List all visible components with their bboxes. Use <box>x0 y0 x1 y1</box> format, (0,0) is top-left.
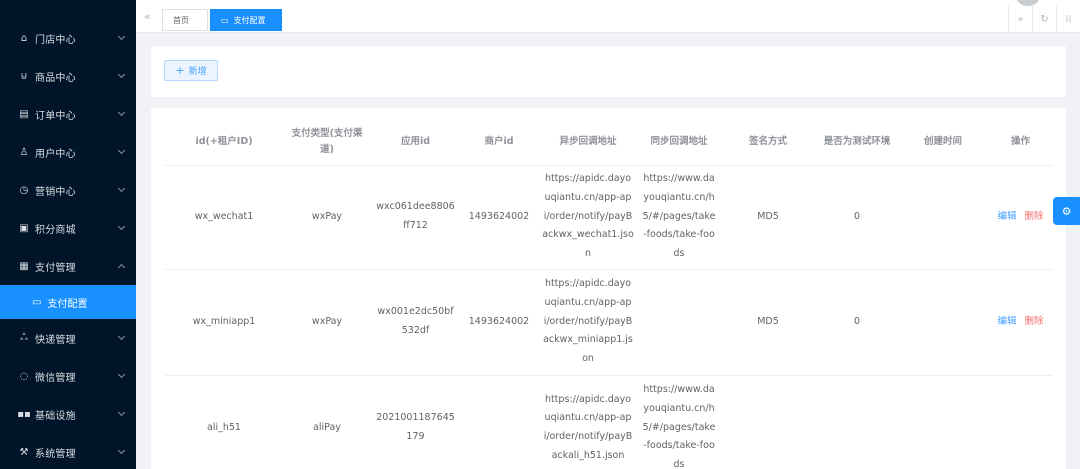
column-header: 异步回调地址 <box>538 120 638 166</box>
tab-label: 首页 <box>173 15 189 25</box>
cell-actions: 编辑 删除 <box>988 165 1053 270</box>
delete-button[interactable]: 删除 <box>1025 211 1044 222</box>
tabs-controls: » ↻ ⁞⁞ <box>1008 6 1080 33</box>
cell-merchant-id <box>460 375 538 469</box>
cell-id: wx_wechat1 <box>165 165 283 270</box>
clipboard-icon: ▤ <box>19 108 29 120</box>
column-header: 签名方式 <box>720 120 816 166</box>
cell-created-time <box>898 375 988 469</box>
bicycle-icon: ஃ <box>20 332 28 343</box>
sidebar-subitem-label: 支付配置 <box>47 298 88 310</box>
tab-payment-config[interactable]: ▭ 支付配置 <box>210 9 282 31</box>
cell-app-id: wxc061dee8806ff712 <box>371 165 460 270</box>
edit-button[interactable]: 编辑 <box>997 211 1016 222</box>
delete-button[interactable]: 删除 <box>1025 316 1044 327</box>
monitor-icon: ▭ <box>32 296 42 308</box>
cell-is-test: 0 <box>816 165 898 270</box>
cell-pay-type: aliPay <box>283 375 371 469</box>
cell-created-time <box>898 269 988 376</box>
add-button-label: 新增 <box>188 67 207 77</box>
cell-merchant-id: 1493624002 <box>460 165 538 270</box>
toolbar-card: + 新增 <box>151 46 1066 97</box>
cell-sync-url: https://www.dayouqiantu.cn/h5/#/pages/ta… <box>638 375 720 469</box>
alarm-icon: ◷ <box>19 184 29 196</box>
cell-actions <box>988 375 1053 469</box>
table-row: ali_h51 aliPay 2021001187645179 https://… <box>165 375 1053 469</box>
payment-config-table: id(+租户ID) 支付类型(支付渠道) 应用id 商户id 异步回调地址 同步… <box>165 120 1053 469</box>
cart-icon: ⊍ <box>20 70 28 82</box>
tab-home[interactable]: 首页 <box>162 9 208 31</box>
double-chevron-left-icon[interactable]: « <box>144 10 151 23</box>
cell-sign-method <box>720 375 816 469</box>
tabs-bar: « 首页 ▭ 支付配置 » ↻ ⁞⁞ <box>136 0 1080 33</box>
cell-id: wx_miniapp1 <box>165 269 283 376</box>
column-header: 商户id <box>460 120 538 166</box>
grid-icon: ▪▪ <box>17 408 31 420</box>
gear-icon: ⚙ <box>1061 204 1072 218</box>
sidebar-item-wechat-management[interactable]: ◌ 微信管理 <box>0 359 136 393</box>
cell-is-test: 0 <box>816 269 898 376</box>
refresh-icon[interactable]: ↻ <box>1032 6 1056 33</box>
column-header: 同步回调地址 <box>638 120 720 166</box>
table-row: wx_wechat1 wxPay wxc061dee8806ff712 1493… <box>165 165 1053 270</box>
table-header-row: id(+租户ID) 支付类型(支付渠道) 应用id 商户id 异步回调地址 同步… <box>165 120 1053 166</box>
cell-sign-method: MD5 <box>720 165 816 270</box>
table-row: wx_miniapp1 wxPay wx001e2dc50bf532df 149… <box>165 269 1053 376</box>
cell-async-url: https://apidc.dayouqiantu.cn/app-api/ord… <box>538 269 638 376</box>
sidebar-item-payment-management[interactable]: ▦ 支付管理 <box>0 249 136 283</box>
cell-app-id: wx001e2dc50bf532df <box>371 269 460 376</box>
table-card: id(+租户ID) 支付类型(支付渠道) 应用id 商户id 异步回调地址 同步… <box>151 108 1066 469</box>
sidebar-item-product-center[interactable]: ⊍ 商品中心 <box>0 59 136 93</box>
cell-pay-type: wxPay <box>283 269 371 376</box>
column-header: id(+租户ID) <box>165 120 283 166</box>
cell-async-url: https://apidc.dayouqiantu.cn/app-api/ord… <box>538 165 638 270</box>
double-chevron-right-icon[interactable]: » <box>1008 6 1032 33</box>
sidebar-item-express-management[interactable]: ஃ 快递管理 <box>0 321 136 355</box>
hammer-icon: ⚒ <box>19 446 29 458</box>
cell-created-time <box>898 165 988 270</box>
cell-actions: 编辑 删除 <box>988 269 1053 376</box>
shop-icon: ▣ <box>19 222 29 234</box>
cell-is-test <box>816 375 898 469</box>
sidebar-item-order-center[interactable]: ▤ 订单中心 <box>0 97 136 131</box>
plus-icon: + <box>175 64 185 77</box>
grid-menu-icon[interactable]: ⁞⁞ <box>1056 6 1080 33</box>
sidebar-item-system-management[interactable]: ⚒ 系统管理 <box>0 435 136 469</box>
column-header: 是否为测试环境 <box>816 120 898 166</box>
cell-sync-url: https://www.dayouqiantu.cn/h5/#/pages/ta… <box>638 165 720 270</box>
cell-async-url: https://apidc.dayouqiantu.cn/app-api/ord… <box>538 375 638 469</box>
monitor-icon: ▭ <box>221 15 229 25</box>
column-header: 操作 <box>988 120 1053 166</box>
sidebar-item-infrastructure[interactable]: ▪▪ 基础设施 <box>0 397 136 431</box>
home-icon: ⌂ <box>20 32 28 44</box>
edit-button[interactable]: 编辑 <box>997 316 1016 327</box>
cell-pay-type: wxPay <box>283 165 371 270</box>
user-icon: ♙ <box>19 146 29 158</box>
sidebar-item-user-center[interactable]: ♙ 用户中心 <box>0 135 136 169</box>
chat-icon: ◌ <box>19 370 29 382</box>
cell-sign-method: MD5 <box>720 269 816 376</box>
column-header: 支付类型(支付渠道) <box>283 120 371 166</box>
cell-merchant-id: 1493624002 <box>460 269 538 376</box>
sidebar-item-marketing-center[interactable]: ◷ 营销中心 <box>0 173 136 207</box>
column-header: 创建时间 <box>898 120 988 166</box>
cell-id: ali_h51 <box>165 375 283 469</box>
settings-gear-button[interactable]: ⚙ <box>1053 197 1080 225</box>
sidebar-item-points-mall[interactable]: ▣ 积分商城 <box>0 211 136 245</box>
sidebar-subitem-payment-config[interactable]: ▭ 支付配置 <box>0 285 136 319</box>
calculator-icon: ▦ <box>19 260 29 272</box>
cell-sync-url <box>638 269 720 376</box>
column-header: 应用id <box>371 120 460 166</box>
sidebar: ⌂ 门店中心 ⊍ 商品中心 ▤ 订单中心 ♙ 用户中心 ◷ 营销中心 ▣ 积分商… <box>0 0 136 469</box>
add-button[interactable]: + 新增 <box>164 60 218 81</box>
tab-label: 支付配置 <box>233 15 266 25</box>
sidebar-item-store-center[interactable]: ⌂ 门店中心 <box>0 21 136 55</box>
cell-app-id: 2021001187645179 <box>371 375 460 469</box>
